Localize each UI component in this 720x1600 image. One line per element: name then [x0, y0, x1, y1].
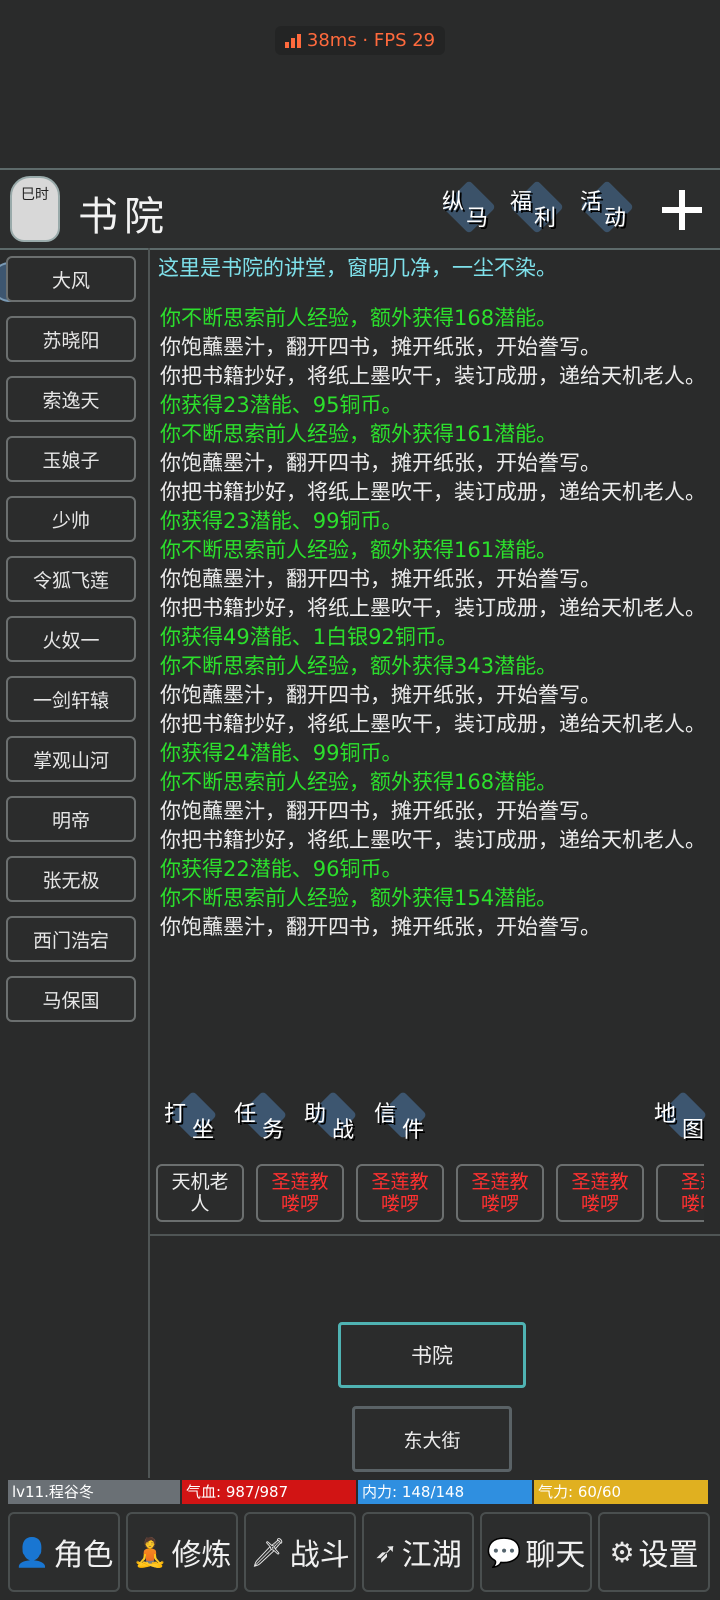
log-line: 你不断思索前人经验，额外获得161潜能。: [160, 538, 558, 562]
log-line: 你把书籍抄好，将纸上墨吹干，装订成册，递给天机老人。: [160, 596, 706, 620]
mail-action-button[interactable]: 信 件: [372, 1090, 436, 1144]
chat-icon: 💬: [486, 1535, 522, 1569]
npc-button[interactable]: 大风: [6, 256, 136, 302]
exit-location-button[interactable]: 东大街: [352, 1406, 512, 1472]
activity-button[interactable]: 活 动: [578, 180, 634, 234]
log-line: 你把书籍抄好，将纸上墨吹干，装订成册，递给天机老人。: [160, 712, 706, 736]
npc-button[interactable]: 马保国: [6, 976, 136, 1022]
log-line: 你获得22潜能、96铜币。: [160, 857, 403, 881]
npc-button[interactable]: 苏晓阳: [6, 316, 136, 362]
current-location-button[interactable]: 书院: [338, 1322, 526, 1388]
quest-action-button[interactable]: 任 务: [232, 1090, 296, 1144]
log-line: 你饱蘸墨汁，翻开四书，摊开纸张，开始誊写。: [160, 799, 601, 823]
log-line: 你不断思索前人经验，额外获得168潜能。: [160, 306, 558, 330]
log-line: 你饱蘸墨汁，翻开四书，摊开纸张，开始誊写。: [160, 567, 601, 591]
log-line: 你饱蘸墨汁，翻开四书，摊开纸张，开始誊写。: [160, 335, 601, 359]
nav-character[interactable]: 👤 角色: [8, 1512, 120, 1592]
log-line: 你获得23潜能、95铜币。: [160, 393, 403, 417]
bottom-nav: 👤 角色 🧘 修炼 🗡 战斗 ➶ 江湖 💬 聊天 ⚙ 设置: [8, 1512, 712, 1596]
nav-battle[interactable]: 🗡 战斗: [244, 1512, 356, 1592]
level-bar: lv11.程谷冬: [8, 1480, 180, 1504]
person-button[interactable]: 圣莲教 喽啰: [556, 1164, 644, 1222]
world-icon: ➶: [374, 1535, 398, 1569]
location-header: 巳时 书院 纵 马 福 利 活 动: [0, 168, 720, 250]
nav-training[interactable]: 🧘 修炼: [126, 1512, 238, 1592]
log-line: 你获得24潜能、99铜币。: [160, 741, 403, 765]
room-people-list[interactable]: 天机老人 圣莲教喽啰 圣莲教喽啰 圣莲教喽啰 圣莲教喽啰 圣莲喽啰: [156, 1164, 704, 1222]
nav-settings[interactable]: ⚙ 设置: [598, 1512, 710, 1592]
person-icon: 👤: [14, 1535, 50, 1569]
perf-indicator: 38ms · FPS 29: [274, 25, 446, 55]
plus-icon[interactable]: [660, 188, 704, 232]
npc-button[interactable]: 一剑轩辕: [6, 676, 136, 722]
meditate-icon: 🧘: [132, 1535, 168, 1569]
log-line: 你把书籍抄好，将纸上墨吹干，装订成册，递给天机老人。: [160, 364, 706, 388]
log-line: 你饱蘸墨汁，翻开四书，摊开纸张，开始誊写。: [160, 683, 601, 707]
log-line: 你不断思索前人经验，额外获得343潜能。: [160, 654, 558, 678]
log-line: 你把书籍抄好，将纸上墨吹干，装订成册，递给天机老人。: [160, 828, 706, 852]
log-line: 你不断思索前人经验，额外获得168潜能。: [160, 770, 558, 794]
npc-button[interactable]: 少帅: [6, 496, 136, 542]
person-button[interactable]: 圣莲教 喽啰: [256, 1164, 344, 1222]
npc-button[interactable]: 掌观山河: [6, 736, 136, 782]
map-action-button[interactable]: 地 图: [652, 1090, 716, 1144]
log-line: 你不断思索前人经验，额外获得161潜能。: [160, 422, 558, 446]
gear-icon: ⚙: [609, 1535, 635, 1569]
divider: [150, 1234, 720, 1236]
welfare-button[interactable]: 福 利: [508, 180, 564, 234]
person-button[interactable]: 天机老人: [156, 1164, 244, 1222]
status-bar: 38ms · FPS 29: [0, 0, 720, 80]
nav-chat[interactable]: 💬 聊天: [480, 1512, 592, 1592]
assist-action-button[interactable]: 助 战: [302, 1090, 366, 1144]
npc-button[interactable]: 西门浩宕: [6, 916, 136, 962]
divider: [148, 248, 150, 1478]
npc-button[interactable]: 张无极: [6, 856, 136, 902]
log-line: 你不断思索前人经验，额外获得154潜能。: [160, 886, 558, 910]
npc-button[interactable]: 明帝: [6, 796, 136, 842]
npc-button[interactable]: 令狐飞莲: [6, 556, 136, 602]
npc-button[interactable]: 玉娘子: [6, 436, 136, 482]
room-description: 这里是书院的讲堂，窗明几净，一尘不染。: [158, 256, 557, 280]
person-button[interactable]: 圣莲教 喽啰: [456, 1164, 544, 1222]
log-line: 你把书籍抄好，将纸上墨吹干，装订成册，递给天机老人。: [160, 480, 706, 504]
page-title: 书院: [78, 194, 170, 240]
nav-jianghu[interactable]: ➶ 江湖: [362, 1512, 474, 1592]
npc-button[interactable]: 索逸天: [6, 376, 136, 422]
time-lantern-icon: 巳时: [10, 176, 60, 242]
log-line: 你饱蘸墨汁，翻开四书，摊开纸张，开始誊写。: [160, 451, 601, 475]
mp-bar: 内力: 148/148: [358, 1480, 532, 1504]
person-button[interactable]: 圣莲喽啰: [656, 1164, 704, 1222]
log-line: 你获得49潜能、1白银92铜币。: [160, 625, 458, 649]
sword-icon: 🗡: [250, 1535, 286, 1569]
npc-button[interactable]: 火奴一: [6, 616, 136, 662]
person-button[interactable]: 圣莲教 喽啰: [356, 1164, 444, 1222]
message-log[interactable]: 你不断思索前人经验，额外获得168潜能。你饱蘸墨汁，翻开四书，摊开纸张，开始誊写…: [160, 306, 716, 944]
signal-icon: [284, 32, 301, 48]
perf-text: 38ms · FPS 29: [306, 29, 436, 51]
log-line: 你饱蘸墨汁，翻开四书，摊开纸张，开始誊写。: [160, 915, 601, 939]
meditate-action-button[interactable]: 打 坐: [162, 1090, 226, 1144]
hp-bar: 气血: 987/987: [182, 1480, 356, 1504]
log-line: 你获得23潜能、99铜币。: [160, 509, 403, 533]
stamina-bar: 气力: 60/60: [534, 1480, 708, 1504]
ride-horse-button[interactable]: 纵 马: [440, 180, 496, 234]
